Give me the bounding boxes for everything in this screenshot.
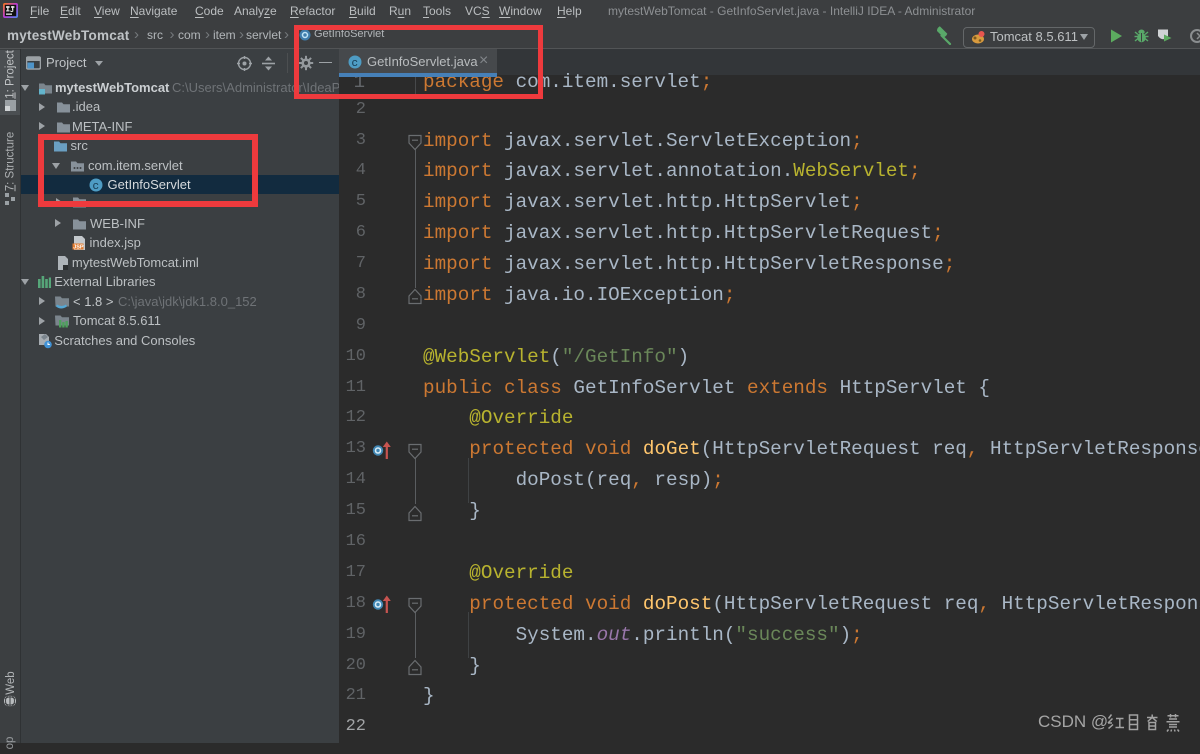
svg-text:JSP: JSP [73, 245, 84, 251]
